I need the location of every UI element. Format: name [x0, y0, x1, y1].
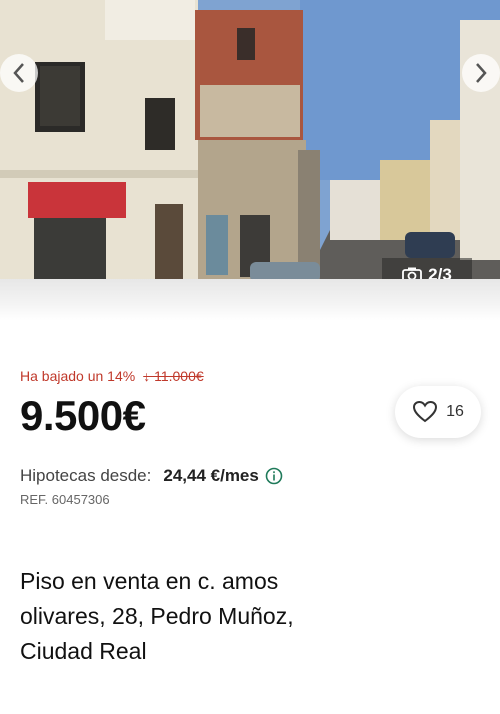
- heart-icon: [413, 400, 438, 423]
- favorites-count: 16: [446, 403, 464, 420]
- listing-price: 9.500€: [20, 392, 146, 439]
- listing-reference: REF. 60457306: [20, 492, 110, 507]
- chevron-left-icon: [13, 63, 24, 83]
- gallery-bottom-fade: [0, 279, 500, 321]
- mortgage-info: Hipotecas desde: 24,44 €/mes: [20, 466, 283, 486]
- price-drop-label: Ha bajado un 14%: [20, 368, 136, 384]
- listing-title[interactable]: Piso en venta en c. amos olivares, 28, P…: [20, 564, 320, 669]
- photo-gallery[interactable]: 2/3: [0, 0, 500, 292]
- price-drop-info: Ha bajado un 14% ↓ 11.000€: [20, 368, 204, 384]
- info-icon[interactable]: [265, 467, 283, 485]
- chevron-right-icon: [476, 63, 487, 83]
- mortgage-amount[interactable]: 24,44 €/mes: [163, 466, 258, 486]
- old-price: ↓ 11.000€: [143, 368, 204, 384]
- mortgage-label: Hipotecas desde:: [20, 466, 152, 485]
- favorite-button[interactable]: 16: [395, 386, 481, 438]
- listing-photo: [0, 0, 500, 292]
- gallery-next-button[interactable]: [462, 54, 500, 92]
- gallery-prev-button[interactable]: [0, 54, 38, 92]
